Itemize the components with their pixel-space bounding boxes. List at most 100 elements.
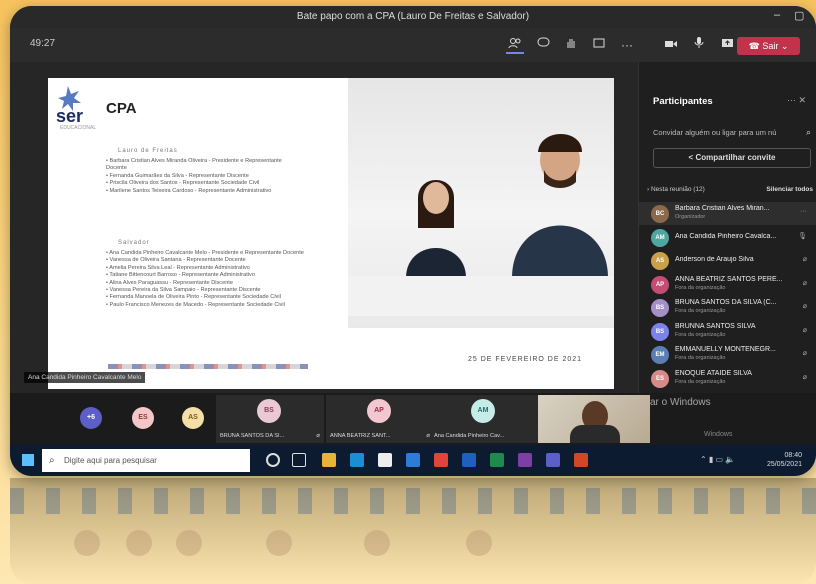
avatar: AM (471, 399, 495, 423)
section-lauro: Lauro de Freitas (118, 148, 178, 154)
avatar: BS (651, 322, 669, 341)
chrome-icon[interactable] (434, 453, 448, 467)
excel-icon[interactable] (490, 453, 504, 467)
mic-off-icon[interactable]: ⌀ (803, 326, 807, 334)
participant-row[interactable]: AS Anderson de Araujo Silva ⌀ (639, 249, 816, 272)
participant-row[interactable]: BS BRUNA SANTOS DA SILVA (C... Fora da org… (639, 296, 816, 319)
participant-tile[interactable]: AM Ana Candida Pinheiro Cav... (430, 395, 538, 443)
task-view-icon[interactable] (292, 453, 306, 467)
participant-tile[interactable]: AP ANNA BEATRIZ SANT... ⌀ (326, 395, 434, 443)
reflection-circle (176, 530, 202, 556)
camera-icon[interactable] (662, 36, 680, 54)
more-options-icon[interactable]: ··· (800, 208, 807, 215)
speaker-name-tag: Ana Candida Pinheiro Cavalcante Melo (24, 372, 146, 383)
mic-on-icon[interactable]: 🎙 (798, 232, 807, 240)
list-item: Fernanda Manoela de Oliveira Pinto - Rep… (106, 294, 356, 301)
participant-name: Barbara Cristian Alves Miran... (675, 205, 770, 212)
avatar: AS (651, 252, 669, 270)
tile-label: Ana Candida Pinheiro Cav... (434, 433, 505, 439)
raise-hand-icon[interactable] (562, 36, 580, 54)
mic-off-icon[interactable]: ⌀ (803, 373, 807, 381)
mic-off-icon[interactable]: ⌀ (803, 255, 807, 263)
participant-row[interactable]: EM EMMANUELLY MONTENEGR... Fora da organiz… (639, 343, 816, 366)
participant-subtitle: Fora da organização (675, 284, 726, 291)
panel-title: Participantes (653, 96, 713, 107)
logo-text: ser (56, 106, 84, 126)
avatar: AP (651, 275, 669, 294)
participant-pill[interactable]: AS (182, 407, 204, 429)
clock[interactable]: 08:40 25/05/2021 (767, 451, 802, 469)
participant-row[interactable]: AP ANNA BEATRIZ SANTOS PERE... Fora da org… (639, 273, 816, 296)
system-tray-icons[interactable]: ⌃ ▮ ▭ 🔈 (700, 455, 735, 464)
mail-icon[interactable] (406, 453, 420, 467)
tile-label: BRUNA SANTOS DA SI... (220, 433, 285, 439)
list-item: Priscila Oliveira dos Santos - Represent… (106, 180, 296, 187)
table-surface (348, 276, 614, 316)
meeting-timer: 49:27 (30, 38, 56, 49)
woman-image (406, 180, 466, 278)
chat-icon[interactable] (534, 36, 552, 54)
edge-icon[interactable] (350, 453, 364, 467)
reflection-circle (74, 530, 100, 556)
participant-row[interactable]: BS BRUNNA SANTOS SILVA Fora da organização… (639, 320, 816, 343)
cortana-icon[interactable] (266, 453, 280, 467)
participant-tile[interactable]: BS BRUNA SANTOS DA SI... ⌀ (216, 395, 324, 443)
list-lauro: Barbara Cristian Alves Miranda Oliveira … (106, 158, 296, 195)
windows-activation-watermark-2: Windows (704, 431, 733, 438)
self-video[interactable] (538, 395, 650, 443)
slide-footer-logos (108, 364, 308, 369)
mic-icon[interactable] (690, 36, 708, 54)
participant-pill[interactable]: ES (132, 407, 154, 429)
reflection-circle (364, 530, 390, 556)
participant-subtitle: Fora da organização (675, 378, 726, 385)
participant-row[interactable]: ES ENOQUE ATAIDE SILVA Fora da organização… (639, 367, 816, 390)
mic-off-icon: ⌀ (316, 433, 320, 439)
store-icon[interactable] (378, 453, 392, 467)
onenote-icon[interactable] (518, 453, 532, 467)
share-label: Compartilhar convite (695, 153, 776, 162)
participant-name: BRUNNA SANTOS SILVA (675, 322, 756, 330)
more-options-icon[interactable]: ··· (787, 95, 796, 105)
maximize-button[interactable]: ▢ (794, 9, 804, 22)
list-item: Amelia Pereira Silva Leal - Representant… (106, 265, 356, 272)
more-actions-icon[interactable]: ··· (618, 36, 636, 54)
teams-icon[interactable] (546, 453, 560, 467)
reflection (10, 478, 816, 584)
clock-date: 25/05/2021 (766, 461, 802, 468)
file-explorer-icon[interactable] (322, 453, 336, 467)
participant-row[interactable]: BC Barbara Cristian Alves Miran... Organiz… (639, 202, 816, 225)
section-salvador: Salvador (118, 240, 150, 246)
rooms-icon[interactable] (590, 36, 608, 54)
word-icon[interactable] (462, 453, 476, 467)
share-invite-button[interactable]: < Compartilhar convite (653, 148, 811, 168)
participant-name: BRUNA SANTOS DA SILVA (C... (675, 299, 777, 306)
taskbar-search-input[interactable]: ⌕ Digite aqui para pesquisar (42, 449, 250, 472)
invite-placeholder: Convidar alguém ou ligar para um nú (653, 128, 777, 137)
list-salvador: Ana Candida Pinheiro Cavalcante Melo - P… (106, 250, 356, 309)
participants-icon[interactable] (506, 36, 524, 54)
mic-off-icon[interactable]: ⌀ (803, 279, 807, 287)
list-item: Fernanda Guimarães da Silva - Representa… (106, 173, 296, 180)
share-screen-icon[interactable] (718, 36, 736, 54)
participant-row[interactable]: AM Ana Candida Pinheiro Cavalca... 🎙 (639, 226, 816, 249)
more-participants-button[interactable]: +6 (80, 407, 102, 429)
mic-off-icon[interactable]: ⌀ (803, 349, 807, 357)
close-icon[interactable]: ✕ (798, 95, 806, 105)
leave-button[interactable]: ☎ Sair ⌄ (737, 37, 800, 55)
tile-label: ANNA BEATRIZ SANT... (330, 433, 391, 439)
windows-start-icon[interactable] (22, 454, 34, 466)
invite-input[interactable]: Convidar alguém ou ligar para um nú ⌕ (653, 127, 811, 137)
slide-heading: CPA (106, 100, 137, 117)
leave-label: Sair (762, 41, 779, 51)
minimize-button[interactable]: – (774, 9, 780, 21)
window-titlebar: Bate papo com a CPA (Lauro De Freitas e … (10, 6, 816, 28)
list-item: Barbara Cristian Alves Miranda Oliveira … (106, 158, 296, 173)
powerpoint-icon[interactable] (574, 453, 588, 467)
mic-off-icon[interactable]: ⌀ (803, 302, 807, 310)
participant-subtitle: Fora da organização (675, 355, 726, 361)
clock-time: 08:40 (784, 452, 802, 459)
participants-panel: Participantes ··· ✕ Convidar alguém ou l… (638, 62, 816, 393)
mute-all-button[interactable]: Silenciar todos (766, 186, 813, 193)
avatar: AP (367, 399, 391, 423)
meeting-section-header[interactable]: › Nesta reunião (12) Silenciar todos (647, 186, 813, 193)
